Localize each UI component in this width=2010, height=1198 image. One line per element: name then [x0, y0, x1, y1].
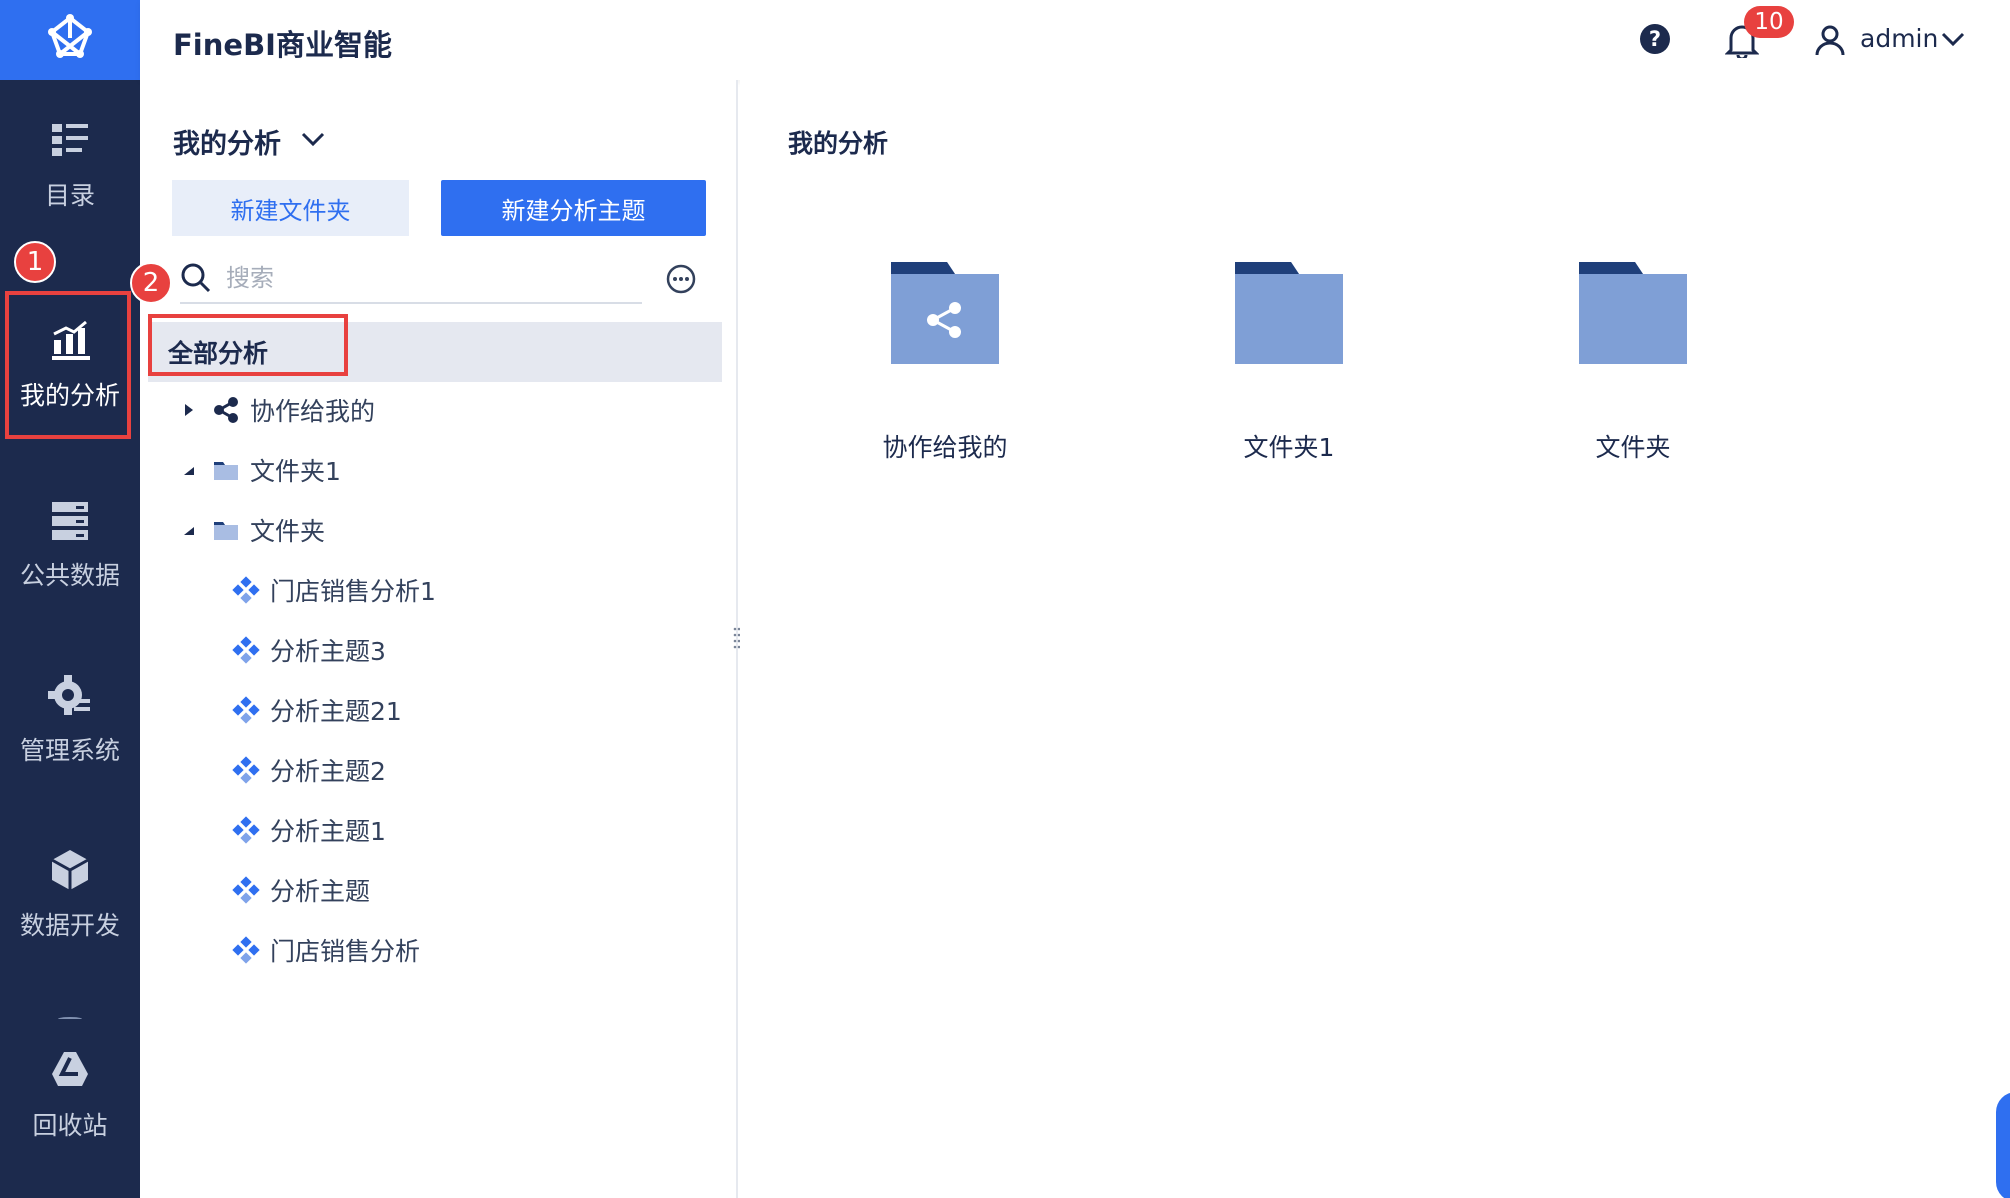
floating-assistant-button[interactable] [1996, 1092, 2010, 1198]
panel-title[interactable]: 我的分析 [173, 122, 281, 161]
finebi-logo[interactable] [0, 0, 140, 80]
analysis-topic-icon [232, 636, 260, 664]
sidebar-item-management[interactable]: 管理系统 [0, 645, 140, 795]
chevron-down-icon[interactable] [1940, 28, 1966, 50]
tree-item-topic[interactable]: 分析主题3 [232, 630, 386, 670]
folder-icon [1235, 262, 1343, 364]
caret-down-icon[interactable] [180, 521, 198, 539]
analysis-topic-icon [232, 756, 260, 784]
sidebar: 目录 我的分析 1 公共数据 管理系统 数据开发 回收站 [0, 0, 140, 1198]
tree-item-label: 文件夹 [250, 517, 326, 546]
notification-badge: 10 [1744, 6, 1794, 38]
analysis-topic-icon [232, 696, 260, 724]
tile-label: 协作给我的 [882, 433, 1008, 462]
gear-icon [48, 675, 90, 715]
sidebar-item-public-data[interactable]: 公共数据 [0, 470, 140, 620]
folder-icon [214, 522, 238, 540]
folder-icon [214, 462, 238, 480]
sidebar-item-label: 回收站 [32, 1111, 108, 1140]
search-box [180, 256, 642, 304]
tree-item-label: 分析主题2 [270, 757, 386, 786]
tree-item-topic[interactable]: 分析主题2 [232, 750, 386, 790]
caret-right-icon[interactable] [180, 401, 198, 419]
content-area: 我的分析 协作给我的 文件夹1 文件夹 [740, 80, 2010, 1198]
user-icon[interactable] [1815, 24, 1845, 56]
tree-item-label: 分析主题3 [270, 637, 386, 666]
search-icon [181, 263, 211, 293]
highlight-box-all-analysis [148, 314, 348, 376]
caret-down-icon[interactable] [180, 461, 198, 479]
tile-folder1[interactable]: 文件夹1 [1196, 260, 1376, 480]
tree-item-topic[interactable]: 分析主题21 [232, 690, 402, 730]
analysis-topic-icon [232, 936, 260, 964]
tree-item-label: 门店销售分析 [270, 937, 421, 966]
chevron-down-icon[interactable] [300, 128, 326, 150]
tree-item-label: 分析主题21 [270, 697, 402, 726]
share-icon [214, 397, 238, 423]
sidebar-item-label: 管理系统 [19, 736, 120, 765]
analysis-topic-icon [232, 816, 260, 844]
tile-folder[interactable]: 文件夹 [1540, 260, 1720, 480]
tree-item-shared[interactable]: 协作给我的 [180, 390, 375, 430]
tree-item-folder1[interactable]: 文件夹1 [180, 450, 341, 490]
tile-shared-folder[interactable]: 协作给我的 [852, 260, 1032, 480]
sidebar-item-label: 目录 [44, 181, 95, 210]
highlight-box-sidebar [5, 291, 131, 439]
new-analysis-topic-button[interactable]: 新建分析主题 [441, 180, 706, 236]
app-title: FineBI商业智能 [173, 28, 392, 62]
analysis-panel: 我的分析 新建文件夹 新建分析主题 全部分析 2 协 [130, 80, 738, 1198]
tree-item-label: 分析主题1 [270, 817, 386, 846]
recycle-icon [52, 1052, 88, 1086]
sidebar-item-catalog[interactable]: 目录 [0, 90, 140, 240]
tile-label: 文件夹1 [1243, 433, 1335, 462]
tree-item-topic[interactable]: 分析主题1 [232, 810, 386, 850]
sidebar-item-label: 公共数据 [19, 561, 120, 590]
sidebar-item-label: 数据开发 [19, 911, 120, 940]
tree-item-label: 门店销售分析1 [270, 577, 436, 606]
more-options-icon[interactable] [665, 263, 697, 295]
new-folder-button[interactable]: 新建文件夹 [172, 180, 409, 236]
content-title: 我的分析 [788, 129, 889, 158]
sidebar-item-data-dev[interactable]: 数据开发 [0, 820, 140, 970]
annotation-badge-1: 1 [14, 241, 56, 283]
tree-item-label: 分析主题 [270, 877, 371, 906]
database-icon [52, 502, 88, 540]
tree-item-topic[interactable]: 门店销售分析 [232, 930, 420, 970]
folder-icon [1579, 262, 1687, 364]
annotation-badge-2: 2 [130, 262, 172, 304]
analysis-topic-icon [232, 576, 260, 604]
shared-folder-icon [891, 262, 999, 364]
tile-label: 文件夹 [1595, 433, 1671, 462]
app-window: 目录 我的分析 1 公共数据 管理系统 数据开发 回收站 FineBI商业智能 … [0, 0, 2010, 1198]
sidebar-item-recycle[interactable]: 回收站 [0, 1020, 140, 1170]
user-name[interactable]: admin [1860, 24, 1938, 53]
analysis-topic-icon [232, 876, 260, 904]
cube-icon [51, 850, 89, 890]
help-icon[interactable]: ? [1640, 24, 1670, 54]
tree-item-folder[interactable]: 文件夹 [180, 510, 325, 550]
tree-item-topic[interactable]: 门店销售分析1 [232, 570, 436, 610]
search-input[interactable] [226, 260, 626, 296]
tree-item-topic[interactable]: 分析主题 [232, 870, 370, 910]
logo-icon [48, 14, 92, 58]
top-header: FineBI商业智能 ? 10 admin [140, 0, 2010, 80]
tree-item-label: 协作给我的 [250, 397, 376, 426]
catalog-icon [52, 124, 88, 156]
tree-item-label: 文件夹1 [250, 457, 341, 486]
